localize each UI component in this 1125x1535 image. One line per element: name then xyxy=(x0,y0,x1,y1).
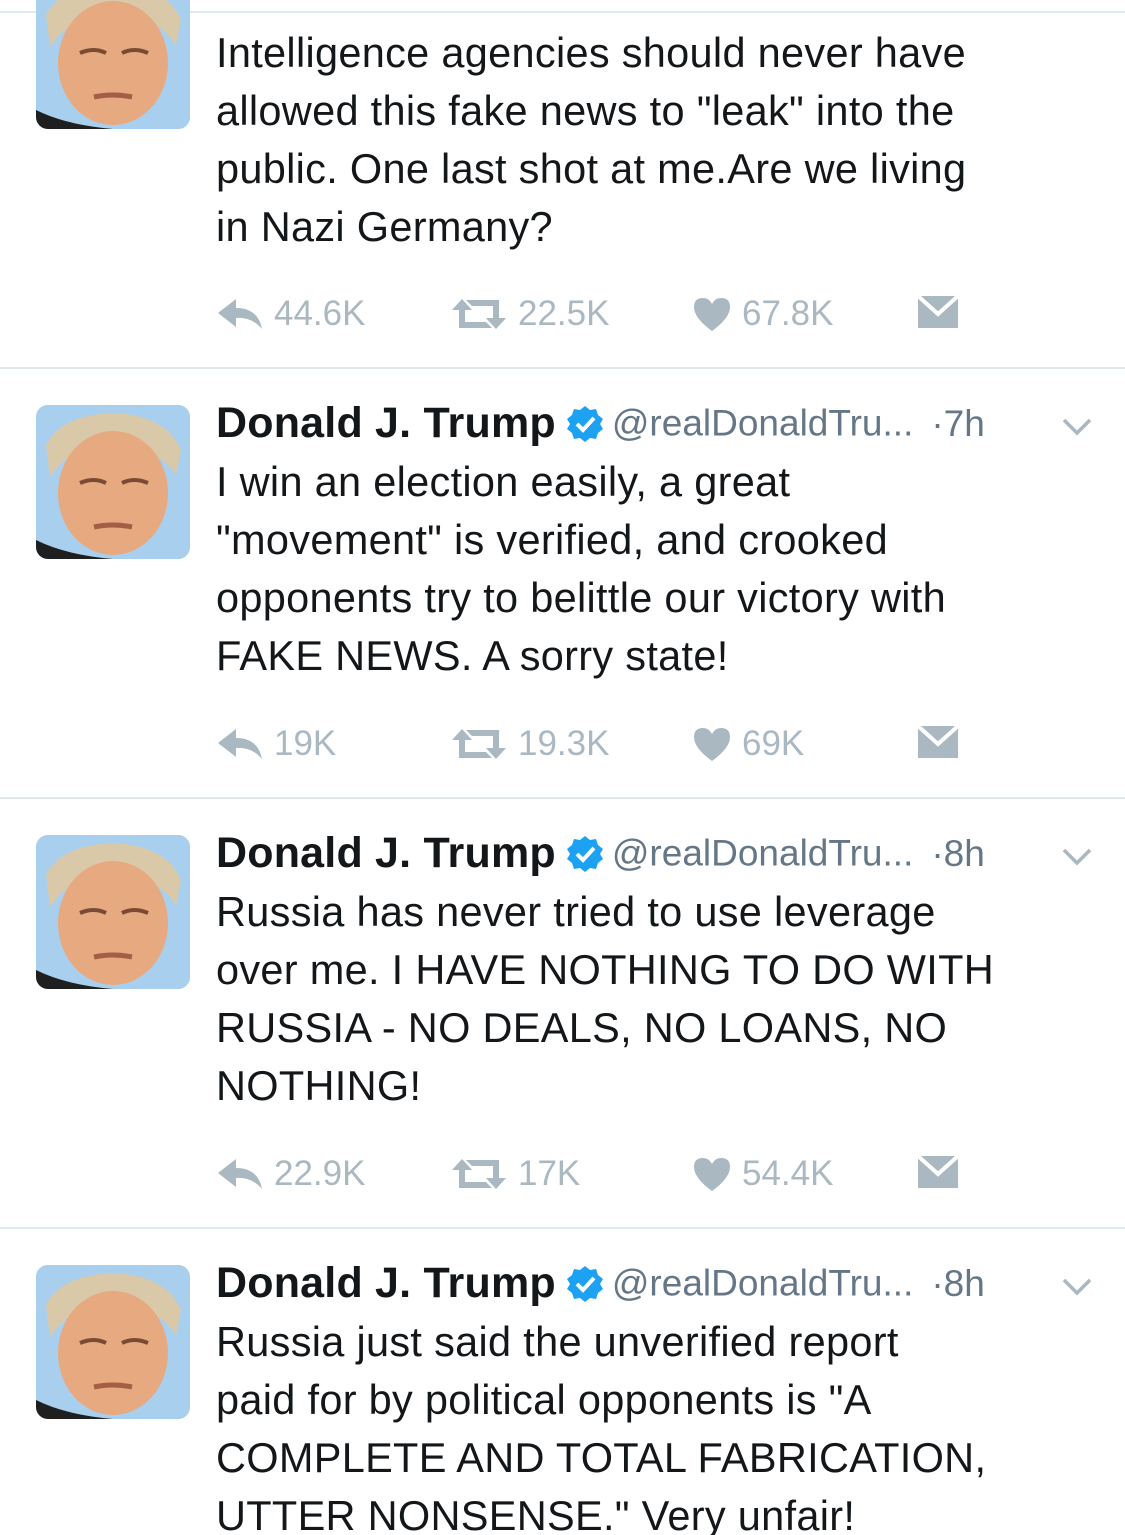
like-button[interactable]: 69K xyxy=(692,722,804,766)
retweet-count: 19.3K xyxy=(518,724,610,763)
like-count: 54.4K xyxy=(742,1154,834,1193)
chevron-down-icon[interactable] xyxy=(1061,847,1093,867)
tweet-text-line: opponents try to belittle our victory wi… xyxy=(216,574,946,621)
verified-badge-icon xyxy=(566,835,603,872)
tweet-text-line: "movement" is verified, and crooked xyxy=(216,516,888,563)
reply-button[interactable]: 44.6K xyxy=(216,292,365,336)
reply-count: 19K xyxy=(274,724,337,763)
like-icon xyxy=(694,298,730,331)
reply-count: 44.6K xyxy=(274,294,366,333)
avatar[interactable] xyxy=(36,405,190,559)
retweet-count: 22.5K xyxy=(518,294,610,333)
tweet[interactable]: Donald J. Trump @realDonaldTru... ·8h Russ… xyxy=(0,1229,1125,1535)
tweet-actions: 22.9K 17K 54.4K xyxy=(216,1152,976,1196)
tweet-header: Donald J. Trump @realDonaldTru... ·8h xyxy=(216,1259,985,1311)
like-count: 67.8K xyxy=(742,294,834,333)
tweet[interactable]: Donald J. Trump @realDonaldTru... ·8h Russ… xyxy=(0,799,1125,1227)
user-handle[interactable]: @realDonaldTru... xyxy=(612,833,913,874)
tweet-actions: 19K 19.3K 69K xyxy=(216,722,976,766)
tweet-header: Donald J. Trump @realDonaldTru... ·7h xyxy=(216,399,985,451)
tweet-text-line: in Nazi Germany? xyxy=(216,203,553,250)
tweet-text-line: Russia just said the unverified report xyxy=(216,1318,899,1365)
timestamp[interactable]: ·8h xyxy=(931,1263,984,1304)
retweet-button[interactable]: 19.3K xyxy=(450,722,609,766)
chevron-down-icon[interactable] xyxy=(1061,1277,1093,1297)
retweet-icon xyxy=(452,1159,506,1189)
tweet-text-line: Russia has never tried to use leverage xyxy=(216,888,936,935)
user-handle[interactable]: @realDonaldTru... xyxy=(612,1263,913,1304)
tweet-text: Russia has never tried to use leverage o… xyxy=(216,883,1096,1115)
retweet-count: 17K xyxy=(518,1154,581,1193)
tweet-text-line: allowed this fake news to "leak" into th… xyxy=(216,87,955,134)
tweet-text-line: paid for by political opponents is "A xyxy=(216,1376,872,1423)
reply-button[interactable]: 22.9K xyxy=(216,1152,365,1196)
tweet-text-line: Intelligence agencies should never have xyxy=(216,29,966,76)
display-name[interactable]: Donald J. Trump xyxy=(216,829,556,877)
avatar[interactable] xyxy=(36,835,190,989)
retweet-button[interactable]: 22.5K xyxy=(450,292,609,336)
display-name[interactable]: Donald J. Trump xyxy=(216,399,556,447)
tweet[interactable]: Donald J. Trump @realDonaldTru... ·7h I wi… xyxy=(0,369,1125,797)
like-button[interactable]: 54.4K xyxy=(692,1152,833,1196)
retweet-icon xyxy=(452,299,506,329)
reply-button[interactable]: 19K xyxy=(216,722,336,766)
reply-count: 22.9K xyxy=(274,1154,366,1193)
tweet-text-line: RUSSIA - NO DEALS, NO LOANS, NO xyxy=(216,1004,948,1051)
tweet-text-line: UTTER NONSENSE." Very unfair! xyxy=(216,1492,856,1535)
reply-icon xyxy=(218,729,262,759)
tweet-text-line: NOTHING! xyxy=(216,1062,422,1109)
tweet-text-line: over me. I HAVE NOTHING TO DO WITH xyxy=(216,946,995,993)
tweet-text: I win an election easily, a great "movem… xyxy=(216,453,1096,685)
verified-badge-icon xyxy=(566,1265,603,1302)
reply-icon xyxy=(218,299,262,329)
tweet-text-line: FAKE NEWS. A sorry state! xyxy=(216,632,729,679)
retweet-button[interactable]: 17K xyxy=(450,1152,580,1196)
display-name[interactable]: Donald J. Trump xyxy=(216,1259,556,1307)
direct-message-icon[interactable] xyxy=(916,1154,960,1190)
tweet-text: Russia just said the unverified report p… xyxy=(216,1313,1096,1535)
tweet-text-line: public. One last shot at me.Are we livin… xyxy=(216,145,967,192)
avatar[interactable] xyxy=(36,1265,190,1419)
chevron-down-icon[interactable] xyxy=(1061,417,1093,437)
tweet-text-line: I win an election easily, a great xyxy=(216,458,791,505)
direct-message-icon[interactable] xyxy=(916,294,960,330)
direct-message-icon[interactable] xyxy=(916,724,960,760)
avatar[interactable] xyxy=(36,0,190,129)
timestamp[interactable]: ·8h xyxy=(931,833,984,874)
like-count: 69K xyxy=(742,724,805,763)
reply-icon xyxy=(218,1159,262,1189)
like-button[interactable]: 67.8K xyxy=(692,292,833,336)
retweet-icon xyxy=(452,729,506,759)
tweet-text: Intelligence agencies should never have … xyxy=(216,24,1096,256)
tweet-actions: 44.6K 22.5K 67.8K xyxy=(216,292,976,336)
timestamp[interactable]: ·7h xyxy=(931,403,984,444)
like-icon xyxy=(694,1158,730,1191)
verified-badge-icon xyxy=(566,405,603,442)
tweet[interactable]: Intelligence agencies should never have … xyxy=(0,0,1125,368)
tweet-text-line: COMPLETE AND TOTAL FABRICATION, xyxy=(216,1434,987,1481)
user-handle[interactable]: @realDonaldTru... xyxy=(612,403,913,444)
tweet-header: Donald J. Trump @realDonaldTru... ·8h xyxy=(216,829,985,881)
like-icon xyxy=(694,728,730,761)
